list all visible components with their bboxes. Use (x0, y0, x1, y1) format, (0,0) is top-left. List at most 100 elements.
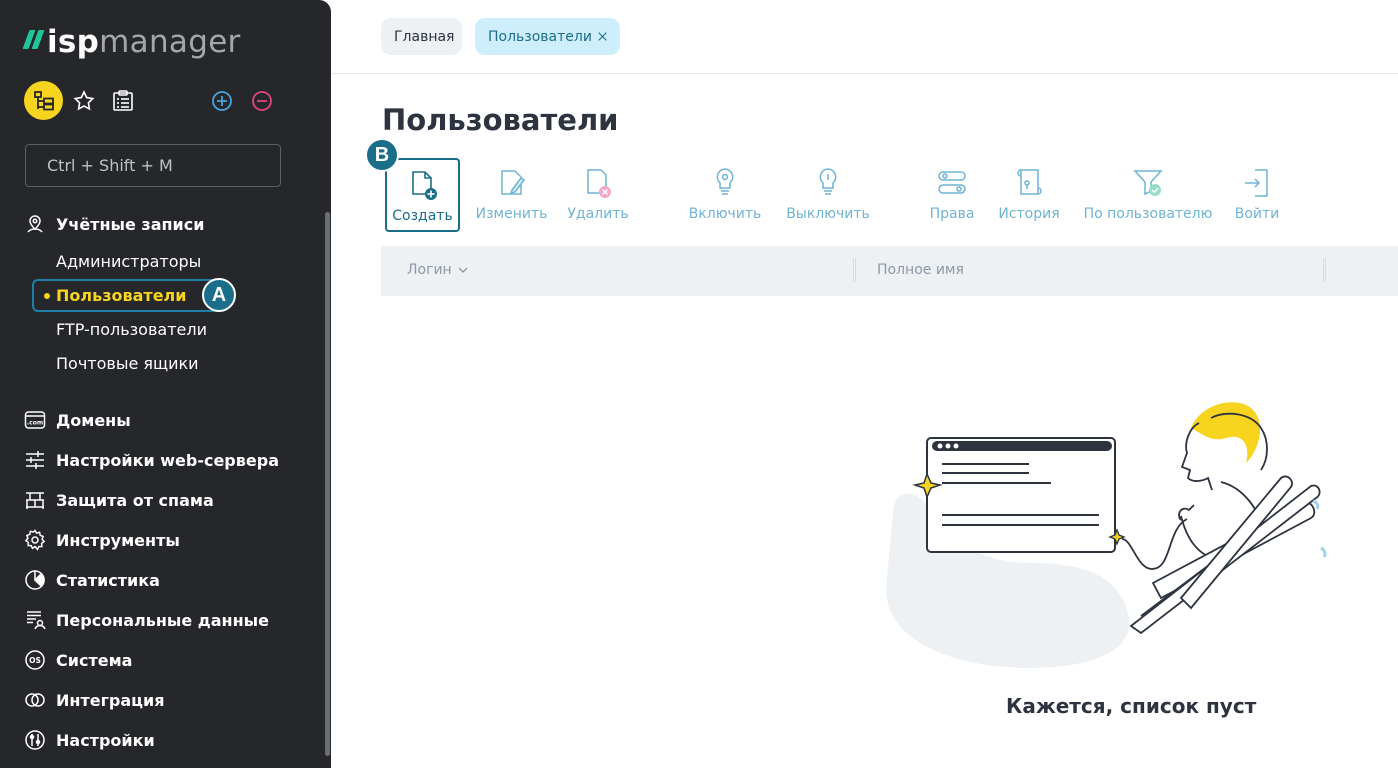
empty-list-illustration (886, 402, 1327, 668)
filter-by-user-button-label: По пользователю (1083, 206, 1213, 222)
column-header-label: Логин (407, 262, 452, 278)
sidebar-section-spam-protection[interactable]: Защита от спама (24, 487, 214, 513)
annotation-badge-a: A (202, 278, 236, 312)
annotation-badge-b: B (365, 138, 399, 172)
column-header-label: Полное имя (877, 262, 964, 278)
logo-mark-icon (22, 30, 45, 49)
sidebar-section-label: Статистика (56, 570, 160, 590)
permissions-button[interactable]: Права (927, 158, 977, 232)
sidebar-item-administrators[interactable]: Администраторы (56, 250, 201, 272)
sidebar-item-ftp-users[interactable]: FTP-пользователи (56, 318, 207, 340)
personal-data-icon (27, 611, 46, 630)
sidebar-section-web-server[interactable]: Настройки web-сервера (24, 447, 279, 473)
chevron-down-icon (458, 267, 468, 273)
rings-icon (25, 693, 45, 707)
menu-tree-button[interactable] (24, 81, 63, 120)
sidebar-section-label: Настройки (56, 730, 155, 750)
sidebar-section-integration[interactable]: Интеграция (24, 687, 165, 713)
os-icon: OS (25, 650, 45, 670)
disable-button[interactable]: Выключить (783, 158, 873, 232)
enable-button-label: Включить (688, 206, 762, 222)
empty-list-message: Кажется, список пуст (1006, 694, 1257, 718)
filter-by-user-button[interactable]: По пользователю (1083, 158, 1213, 232)
main-panel: Главная Пользователи Пользователи Создат… (331, 0, 1398, 768)
permissions-icon (938, 171, 966, 194)
tab-label: Главная (394, 28, 455, 45)
tree-icon (33, 90, 54, 110)
tab-bar: Главная Пользователи (331, 0, 1398, 74)
sidebar-section-label: Защита от спама (56, 490, 214, 510)
menu-search-input[interactable] (25, 144, 281, 187)
sidebar-section-label: Домены (56, 410, 131, 430)
file-edit-icon (500, 170, 525, 195)
file-plus-icon (411, 171, 437, 200)
page-title: Пользователи (382, 103, 619, 137)
sliders-icon (26, 451, 44, 469)
clipboard-icon[interactable] (111, 89, 135, 113)
star-icon[interactable] (72, 89, 96, 113)
login-button-label: Войти (1234, 206, 1280, 222)
permissions-button-label: Права (929, 206, 975, 222)
user-pin-icon (27, 215, 43, 233)
enable-button[interactable]: Включить (687, 158, 763, 232)
svg-text:.com: .com (27, 420, 43, 427)
firewall-icon (26, 492, 44, 509)
create-button[interactable]: Создать (385, 158, 460, 232)
column-resizer[interactable] (853, 258, 856, 282)
active-dot (44, 293, 50, 299)
bulb-on-icon (716, 168, 734, 195)
logo-text-suffix: manager (99, 24, 241, 60)
sidebar-section-statistics[interactable]: Статистика (24, 567, 160, 593)
column-header-full-name[interactable]: Полное имя (877, 262, 964, 278)
bulb-off-icon (819, 168, 837, 195)
delete-button-label: Удалить (567, 206, 629, 222)
logo-text-prefix: isp (47, 24, 100, 60)
pie-chart-icon (25, 570, 45, 590)
tab-home[interactable]: Главная (381, 18, 462, 55)
column-header-login[interactable]: Логин (407, 262, 469, 278)
sidebar-section-system[interactable]: OS Система (24, 647, 132, 673)
sidebar: isp manager Ctrl + Shift + M Учётные зап… (0, 0, 331, 768)
gear-icon (24, 529, 46, 551)
settings-icon (25, 730, 45, 750)
sidebar-section-tools[interactable]: Инструменты (24, 527, 180, 553)
history-button-label: История (998, 206, 1060, 222)
sidebar-section-label: Настройки web-сервера (56, 450, 279, 470)
sidebar-section-label: Персональные данные (56, 610, 269, 630)
filter-icon (1133, 170, 1163, 196)
login-button[interactable]: Войти (1233, 158, 1281, 232)
sidebar-section-label: Система (56, 650, 133, 670)
delete-button[interactable]: Удалить (563, 158, 633, 232)
svg-text:OS: OS (29, 656, 41, 665)
history-button[interactable]: История (997, 158, 1061, 232)
history-icon (1017, 169, 1042, 195)
sidebar-section-personal-data[interactable]: Персональные данные (24, 607, 269, 633)
tab-users[interactable]: Пользователи (475, 18, 620, 55)
collapse-all-icon[interactable] (251, 90, 273, 112)
close-icon[interactable] (598, 30, 607, 43)
edit-button-label: Изменить (475, 206, 548, 222)
dotcom-icon: .com (24, 411, 46, 429)
app-logo[interactable]: isp manager (22, 24, 241, 64)
sidebar-section-label: Учётные записи (56, 214, 205, 234)
sidebar-section-label: Инструменты (56, 530, 180, 550)
disable-button-label: Выключить (786, 206, 870, 222)
sidebar-item-mailboxes[interactable]: Почтовые ящики (56, 352, 199, 374)
expand-all-icon[interactable] (211, 90, 233, 112)
action-toolbar: Создать B Изменить Удалить Включить Выкл… (331, 138, 1398, 232)
login-icon (1245, 169, 1268, 197)
sidebar-section-settings[interactable]: Настройки (24, 727, 155, 753)
sidebar-item-users[interactable]: Пользователи (32, 279, 228, 312)
create-button-label: Создать (392, 208, 453, 224)
sidebar-item-label: Пользователи (56, 286, 187, 305)
sidebar-section-accounts[interactable]: Учётные записи (24, 211, 204, 237)
file-delete-icon (587, 169, 611, 198)
column-resizer[interactable] (1323, 258, 1326, 282)
sidebar-toolbar (24, 81, 284, 121)
sidebar-section-domains[interactable]: .com Домены (24, 407, 131, 433)
tab-label: Пользователи (488, 28, 592, 45)
table-header: Логин Полное имя (381, 246, 1398, 296)
sidebar-section-label: Интеграция (56, 690, 165, 710)
edit-button[interactable]: Изменить (474, 158, 549, 232)
sidebar-scrollbar[interactable] (325, 212, 330, 756)
